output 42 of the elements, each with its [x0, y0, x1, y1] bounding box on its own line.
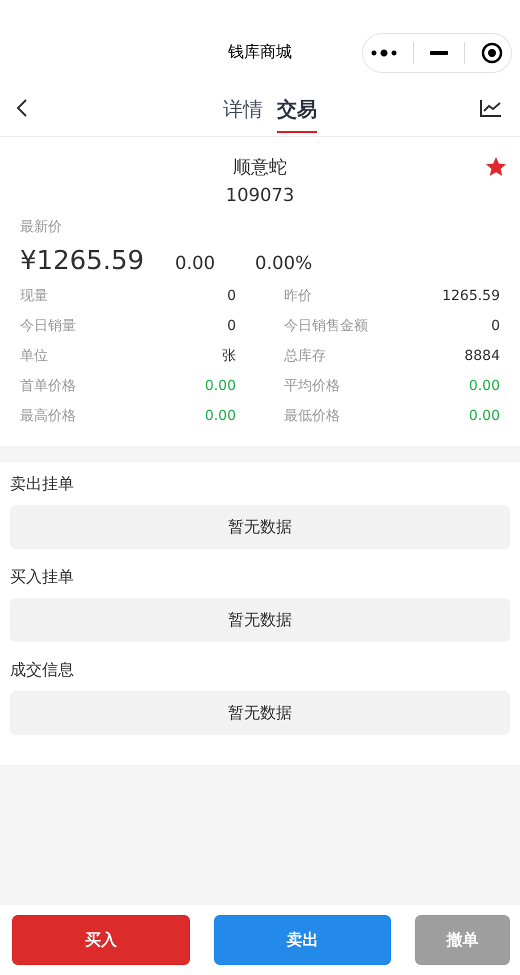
tab[interactable]: 交易 — [277, 90, 317, 132]
section-title: 买入挂单 — [10, 566, 75, 588]
back-icon[interactable] — [16, 98, 28, 118]
stat-label: 最高价格 — [20, 407, 76, 426]
stat-label: 首单价格 — [20, 377, 76, 396]
stat-value: 0 — [227, 287, 236, 306]
empty-state: 暂无数据 — [10, 598, 510, 642]
close-icon[interactable] — [481, 42, 503, 64]
product-name: 顺意蛇 — [233, 156, 287, 179]
stat-value: 0.00 — [204, 377, 236, 396]
change-percent: 0.00% — [255, 253, 314, 274]
stat-value: 8884 — [464, 347, 500, 366]
window-title: 钱库商城 — [228, 42, 292, 63]
price-change: 0.00 — [175, 253, 216, 274]
line-chart-icon[interactable] — [480, 99, 502, 117]
latest-price: ¥1265.59 — [20, 246, 146, 276]
stat-label: 昨价 — [284, 287, 312, 306]
more-icon[interactable] — [371, 49, 397, 57]
tab[interactable]: 详情 — [223, 90, 263, 132]
stat-label: 单位 — [20, 347, 48, 366]
stat-label: 今日销量 — [20, 317, 76, 336]
action-button[interactable]: 卖出 — [214, 915, 391, 965]
section-title: 卖出挂单 — [10, 473, 75, 495]
empty-state: 暂无数据 — [10, 505, 510, 549]
stat-value: 0.00 — [468, 377, 500, 396]
stat-value: 0 — [227, 317, 236, 336]
stat-label: 今日销售金额 — [284, 317, 368, 336]
stat-label: 平均价格 — [284, 377, 340, 396]
stat-value: 张 — [222, 347, 236, 366]
action-button[interactable]: 买入 — [12, 915, 190, 965]
section-title: 成交信息 — [10, 659, 75, 681]
stat-value: 1265.59 — [442, 287, 500, 306]
stat-label: 现量 — [20, 287, 48, 306]
stat-value: 0.00 — [468, 407, 500, 426]
stat-value: 0 — [491, 317, 500, 336]
action-button[interactable]: 撤单 — [415, 915, 510, 965]
stat-label: 总库存 — [284, 347, 326, 366]
product-code: 109073 — [226, 185, 294, 206]
empty-state: 暂无数据 — [10, 691, 510, 735]
stat-value: 0.00 — [204, 407, 236, 426]
stat-label: 最低价格 — [284, 407, 340, 426]
price-label: 最新价 — [20, 218, 63, 236]
